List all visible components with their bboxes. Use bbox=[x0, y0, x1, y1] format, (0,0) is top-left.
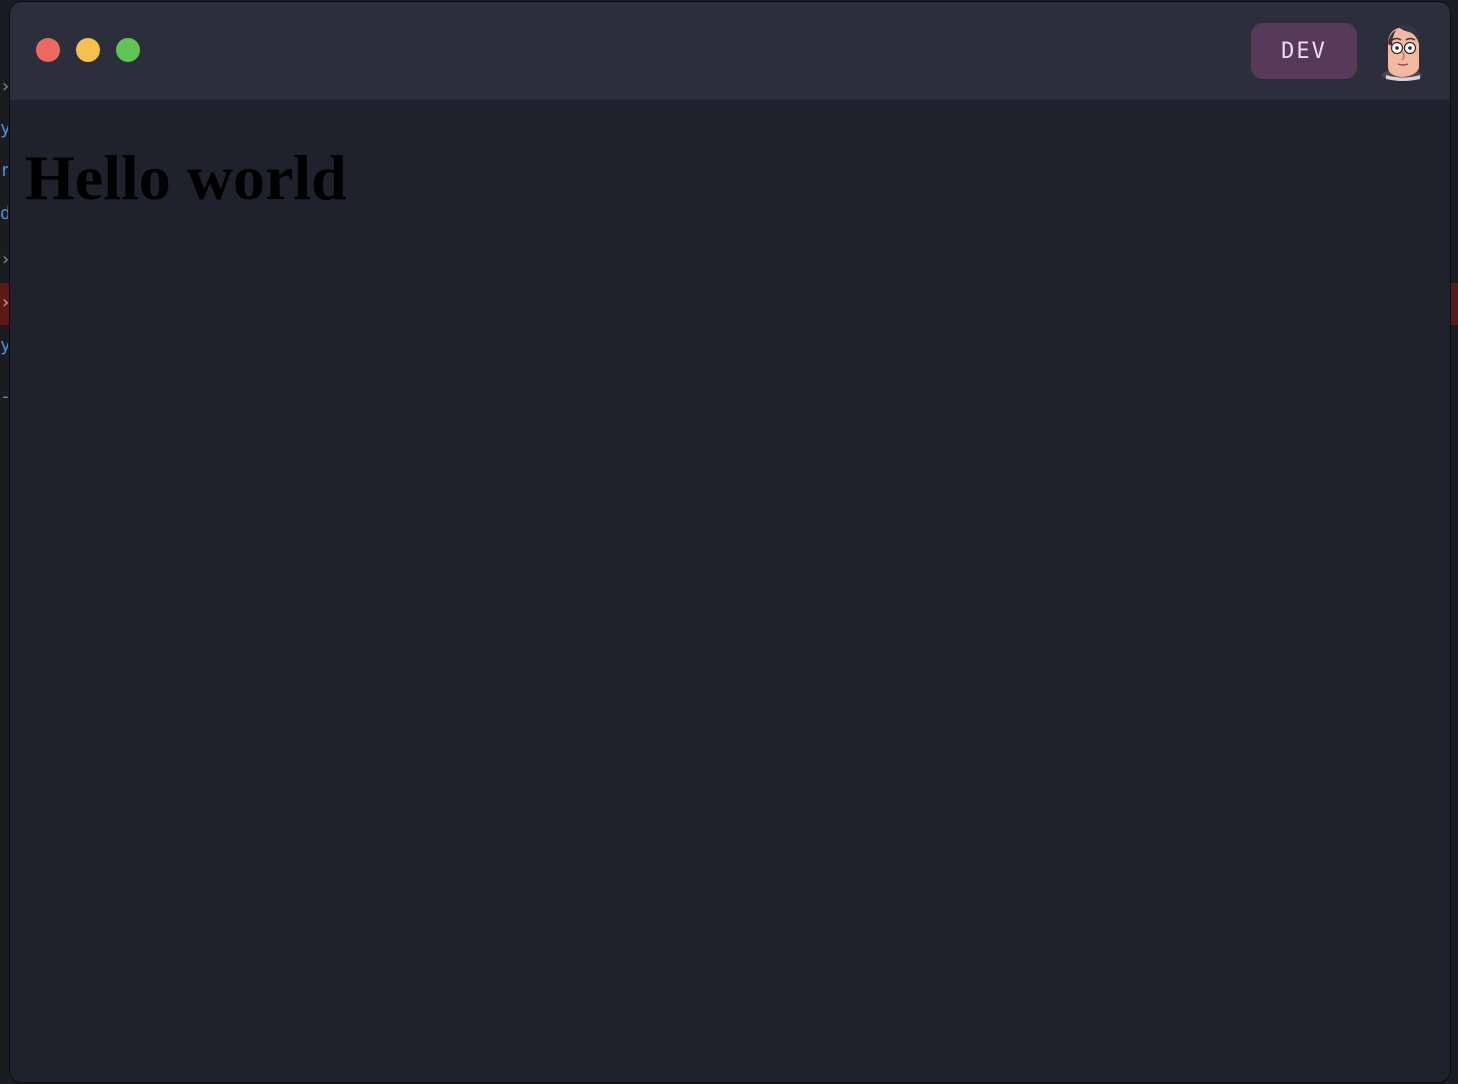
title-bar[interactable]: DEV bbox=[10, 2, 1450, 100]
chevron-right-icon: › bbox=[0, 78, 8, 96]
background-code-fragment: y bbox=[0, 120, 8, 138]
error-line-highlight bbox=[1450, 283, 1458, 325]
close-icon[interactable] bbox=[36, 38, 60, 62]
background-code-fragment: y bbox=[0, 337, 8, 355]
minimize-icon[interactable] bbox=[76, 38, 100, 62]
environment-badge: DEV bbox=[1251, 23, 1357, 79]
chevron-right-icon: › bbox=[0, 251, 8, 269]
page-heading: Hello world bbox=[25, 142, 347, 213]
cartoon-face-avatar-icon[interactable] bbox=[1378, 22, 1428, 82]
chevron-right-icon: › bbox=[0, 294, 8, 312]
background-code-fragment: r bbox=[0, 162, 8, 180]
page-content: Hello world bbox=[10, 100, 1450, 1082]
app-window: DEV Hello world bbox=[10, 2, 1450, 1082]
zoom-icon[interactable] bbox=[116, 38, 140, 62]
background-code-fragment: d bbox=[0, 205, 8, 223]
background-code-fragment: - bbox=[0, 388, 8, 406]
